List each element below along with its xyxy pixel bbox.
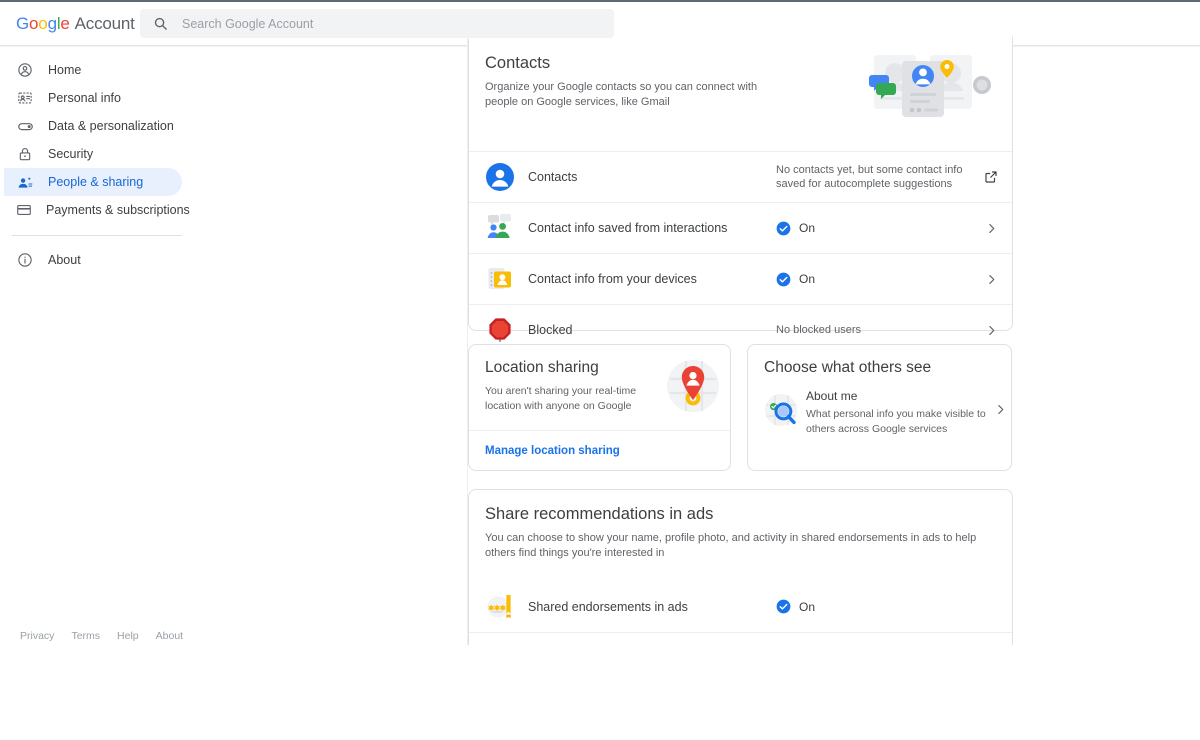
choose-what-others-see-card: Choose what others see About me [747,344,1012,471]
contacts-card-header: Contacts Organize your Google contacts s… [469,39,1012,110]
about-me-title: About me [806,389,994,403]
chevron-right-icon[interactable] [972,273,998,286]
table-row[interactable]: Contact info from your devices On [469,253,1012,304]
brand-suffix: Account [75,14,135,33]
info-icon [16,251,34,269]
sidebar-divider [12,235,182,236]
share-recommendations-ads-card: Share recommendations in ads You can cho… [468,489,1013,645]
chevron-right-icon[interactable] [994,403,1007,416]
search-input[interactable] [182,17,582,31]
contacts-card-subtitle: Organize your Google contacts so you can… [485,80,785,110]
main-content: Contacts Organize your Google contacts s… [468,39,1013,645]
sidebar-item-security[interactable]: Security [4,140,182,168]
chevron-right-icon[interactable] [972,222,998,235]
location-card-body: Location sharing You aren't sharing your… [469,345,730,430]
search-icon [153,16,168,31]
row-value: No blocked users [776,323,972,337]
location-sharing-card: Location sharing You aren't sharing your… [468,344,731,471]
ads-card-header: Share recommendations in ads You can cho… [469,490,1012,561]
google-account-logo[interactable]: GoogleAccount [16,14,135,34]
search-bar[interactable] [140,9,614,38]
table-row[interactable]: Contact info saved from interactions On [469,202,1012,253]
sidebar-item-label: People & sharing [48,175,143,189]
check-circle-icon [776,221,791,236]
sidebar-item-label: Data & personalization [48,119,174,133]
shared-endorsements-row[interactable]: Shared endorsements in ads On [469,581,1012,632]
manage-location-sharing-link[interactable]: Manage location sharing [469,430,730,471]
about-me-subtitle: What personal info you make visible to o… [806,407,994,436]
home-person-icon [16,61,34,79]
sidebar-item-people-sharing[interactable]: People & sharing [4,168,182,196]
row-label: Contacts [528,170,577,184]
toggle-icon [16,117,34,135]
device-contacts-icon [485,264,515,294]
footer-link-privacy[interactable]: Privacy [20,630,54,642]
lock-icon [16,145,34,163]
location-pin-illustration [666,359,720,413]
status-text: On [799,272,815,286]
sidebar-item-about[interactable]: About [4,246,182,274]
row-label: Blocked [528,323,572,337]
sidebar-item-label: Personal info [48,91,121,105]
credit-card-icon [16,201,32,219]
contact-avatar-icon [485,162,515,192]
contacts-illustration [852,49,992,119]
sidebar-item-home[interactable]: Home [4,56,182,84]
check-circle-icon [776,599,791,614]
row-label: Shared endorsements in ads [528,600,688,614]
sidebar-item-label: Payments & subscriptions [46,203,190,217]
footer-link-about[interactable]: About [156,630,183,642]
status-text: On [799,221,815,235]
manage-shared-endorsements-link[interactable]: Manage shared endorsements [469,632,1012,645]
table-row[interactable]: Contacts No contacts yet, but some conta… [469,151,1012,202]
sidebar-nav: Home Personal info Data & personalizatio… [0,56,186,274]
sidebar-item-label: Security [48,147,93,161]
sidebar-spacer [0,224,186,235]
location-card-subtitle: You aren't sharing your real-time locati… [485,384,645,413]
about-me-search-icon [762,391,800,429]
about-me-row[interactable]: About me What personal info you make vis… [748,377,1011,436]
row-label: Contact info from your devices [528,272,697,286]
others-card-title: Choose what others see [764,359,1011,377]
ads-card-title: Share recommendations in ads [485,505,994,524]
external-link-icon[interactable] [972,170,998,184]
footer-links: Privacy Terms Help About [20,630,183,642]
interactions-icon [485,213,515,243]
sidebar-item-label: About [48,253,81,267]
ads-card-subtitle: You can choose to show your name, profil… [485,531,985,561]
contacts-card: Contacts Organize your Google contacts s… [468,39,1013,331]
chevron-right-icon[interactable] [972,324,998,337]
footer-link-help[interactable]: Help [117,630,139,642]
blocked-stop-icon [485,315,515,345]
status-badge: On [776,221,972,236]
sidebar-item-data-personalization[interactable]: Data & personalization [4,112,182,140]
row-label: Contact info saved from interactions [528,221,727,235]
endorsement-stars-icon [485,592,515,622]
id-card-icon [16,89,34,107]
check-circle-icon [776,272,791,287]
sidebar-item-label: Home [48,63,81,77]
sidebar-item-payments-subscriptions[interactable]: Payments & subscriptions [4,196,182,224]
sidebar-item-personal-info[interactable]: Personal info [4,84,182,112]
google-account-people-sharing-page: GoogleAccount Home [0,0,1200,740]
status-badge: On [776,599,972,614]
people-icon [16,173,34,191]
status-badge: On [776,272,972,287]
footer-link-terms[interactable]: Terms [71,630,100,642]
row-value: No contacts yet, but some contact info s… [776,163,972,191]
about-me-text: About me What personal info you make vis… [806,389,994,436]
status-text: On [799,600,815,614]
